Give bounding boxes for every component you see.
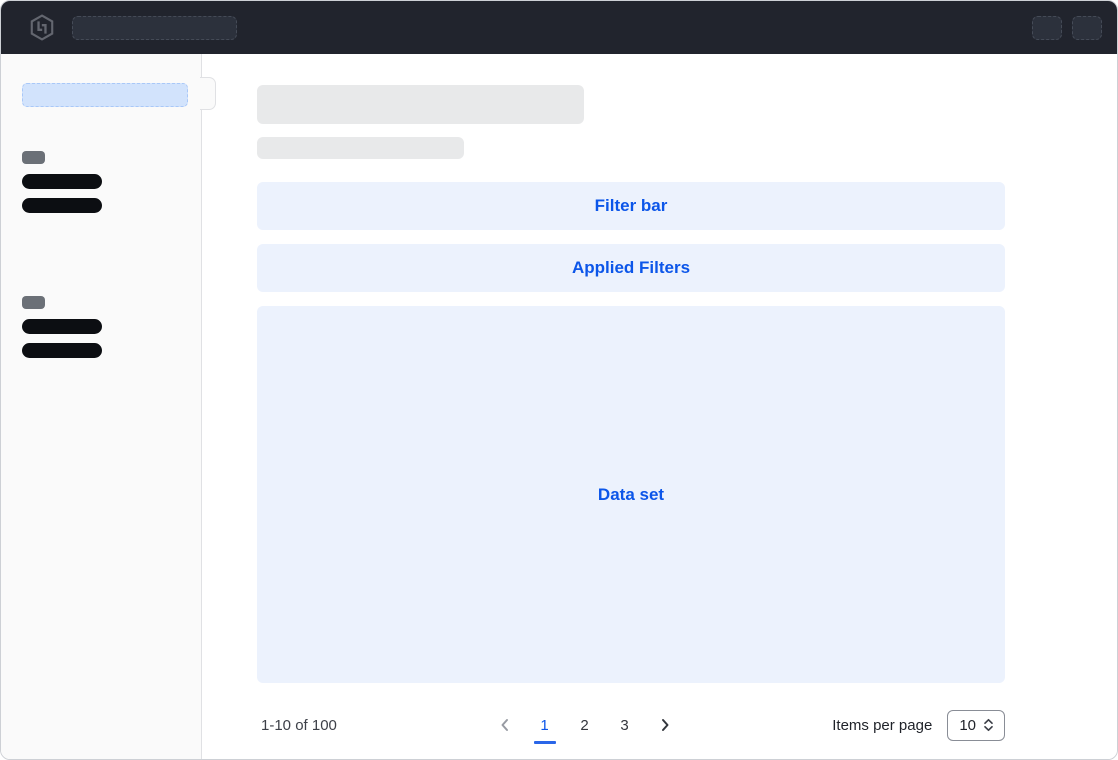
filter-bar-region: Filter bar <box>257 182 1005 230</box>
page-title-placeholder <box>257 85 584 124</box>
chevron-left-icon[interactable] <box>492 708 518 742</box>
sidebar-item-placeholder <box>22 198 102 213</box>
sidebar-section-label-placeholder-1 <box>22 151 45 164</box>
applied-filters-region: Applied Filters <box>257 244 1005 292</box>
items-per-page-control: Items per page 10 <box>832 710 1005 741</box>
pagination-bar: 1-10 of 100 1 2 3 <box>257 705 1005 745</box>
page-button-1[interactable]: 1 <box>532 708 558 742</box>
app-window: Filter bar Applied Filters Data set 1-10… <box>0 0 1118 760</box>
items-per-page-label: Items per page <box>832 717 932 734</box>
sidebar-item-placeholder <box>22 319 102 334</box>
content-area: Filter bar Applied Filters Data set 1-10… <box>1 54 1117 759</box>
sidebar-section-label-placeholder-2 <box>22 296 45 309</box>
filter-bar-label: Filter bar <box>595 196 668 216</box>
main-panel: Filter bar Applied Filters Data set 1-10… <box>202 54 1117 759</box>
pagination-controls: 1 2 3 <box>492 708 678 742</box>
data-set-label: Data set <box>598 485 664 505</box>
sidebar <box>1 54 202 759</box>
data-set-region: Data set <box>257 306 1005 683</box>
sidebar-active-item-placeholder <box>22 83 188 107</box>
sidebar-item-placeholder <box>22 343 102 358</box>
nav-search-placeholder <box>72 16 237 40</box>
applied-filters-label: Applied Filters <box>572 258 690 278</box>
top-navigation-bar <box>1 1 1117 54</box>
page-size-select[interactable]: 10 <box>947 710 1005 741</box>
hashicorp-logo-icon[interactable] <box>29 14 55 41</box>
nav-action-placeholder-1 <box>1032 16 1062 40</box>
pagination-range-text: 1-10 of 100 <box>257 717 337 734</box>
page-button-2[interactable]: 2 <box>572 708 598 742</box>
sidebar-item-placeholder <box>22 174 102 189</box>
page-subtitle-placeholder <box>257 137 464 159</box>
sidebar-collapse-toggle[interactable] <box>200 77 216 110</box>
chevron-right-icon[interactable] <box>652 708 678 742</box>
page-button-3[interactable]: 3 <box>612 708 638 742</box>
page-size-value: 10 <box>959 717 976 734</box>
nav-action-placeholder-2 <box>1072 16 1102 40</box>
caret-up-down-icon <box>982 717 995 733</box>
